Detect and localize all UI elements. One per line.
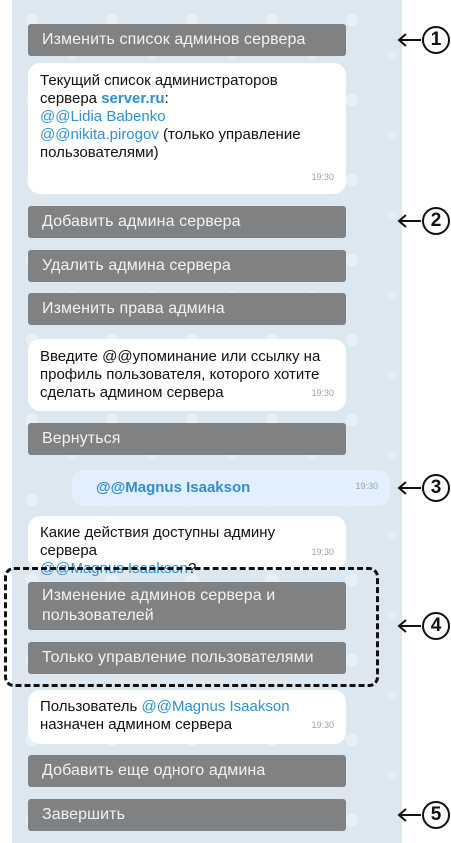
highlight-box: [4, 567, 379, 687]
server-suffix: :: [164, 90, 169, 107]
admin-list-line2: сервера server.ru:: [40, 90, 334, 108]
admin-mention-nikita[interactable]: @@nikita.pirogov: [40, 126, 159, 143]
callout-2: 2: [396, 207, 450, 235]
message-time: 19:30: [311, 720, 334, 730]
add-admin-label: Добавить админа сервера: [42, 213, 241, 230]
message-time: 19:30: [311, 547, 334, 557]
server-link[interactable]: server.ru: [101, 90, 164, 107]
permissions-question-message: Какие действия доступны админу сервера @…: [28, 516, 346, 577]
arrow-left-icon: [397, 808, 421, 822]
mention-magnus[interactable]: @@Magnus Isaakson: [142, 698, 290, 715]
change-rights-button[interactable]: Изменить права админа: [28, 293, 346, 325]
message-time: 19:30: [355, 481, 378, 491]
assigned-line2: назначен админом сервера: [40, 716, 233, 733]
back-label: Вернуться: [42, 430, 121, 447]
mention-magnus[interactable]: @@Magnus Isaakson: [96, 479, 250, 496]
callout-5: 5: [396, 801, 450, 829]
admin-list-message: Текущий список администраторов сервера s…: [28, 63, 346, 194]
enter-mention-message: Введите @@упоминание или ссылку на профи…: [28, 339, 346, 411]
change-rights-label: Изменить права админа: [42, 300, 225, 317]
finish-button[interactable]: Завершить: [28, 799, 346, 831]
finish-label: Завершить: [42, 806, 126, 823]
add-admin-button[interactable]: Добавить админа сервера: [28, 206, 346, 238]
back-button[interactable]: Вернуться: [28, 423, 346, 455]
enter-mention-line3: сделать админом сервера: [40, 384, 224, 401]
arrow-left-icon: [397, 214, 421, 228]
add-another-admin-button[interactable]: Добавить еще одного админа: [28, 755, 346, 787]
assigned-prefix: Пользователь: [40, 698, 142, 715]
callout-number: 5: [422, 801, 450, 829]
server-prefix: сервера: [40, 90, 102, 107]
arrow-left-icon: [397, 481, 421, 495]
chat-area: Изменить список админов сервера Текущий …: [12, 0, 402, 843]
add-another-label: Добавить еще одного админа: [42, 762, 266, 779]
callout-3: 3: [396, 474, 450, 502]
callout-1: 1: [396, 26, 450, 54]
remove-admin-button[interactable]: Удалить админа сервера: [28, 250, 346, 282]
callout-number: 4: [422, 612, 450, 640]
admin-mention-lidia[interactable]: @@Lidia Babenko: [40, 108, 166, 125]
message-time: 19:30: [311, 172, 334, 182]
remove-admin-label: Удалить админа сервера: [42, 257, 231, 274]
outgoing-mention-message: @@Magnus Isaakson 19:30: [72, 470, 390, 506]
enter-mention-line2: профиль пользователя, которого хотите: [40, 366, 320, 383]
arrow-left-icon: [397, 619, 421, 633]
admin2-note: (только управление: [158, 126, 301, 143]
callout-number: 2: [422, 207, 450, 235]
permissions-question-line1: Какие действия доступны админу сервера: [40, 524, 276, 559]
admin-assigned-message: Пользователь @@Magnus Isaakson назначен …: [28, 690, 346, 744]
admin-list-line5: пользователями): [40, 144, 159, 161]
callout-number: 3: [422, 474, 450, 502]
message-time: 19:30: [311, 388, 334, 398]
enter-mention-line1: Введите @@упоминание или ссылку на: [40, 348, 321, 365]
change-admin-list-label: Изменить список админов сервера: [42, 31, 306, 48]
arrow-left-icon: [397, 33, 421, 47]
admin-list-line1: Текущий список администраторов: [40, 72, 278, 89]
change-admin-list-button[interactable]: Изменить список админов сервера: [28, 24, 346, 56]
callout-4: 4: [396, 612, 450, 640]
callout-number: 1: [422, 26, 450, 54]
